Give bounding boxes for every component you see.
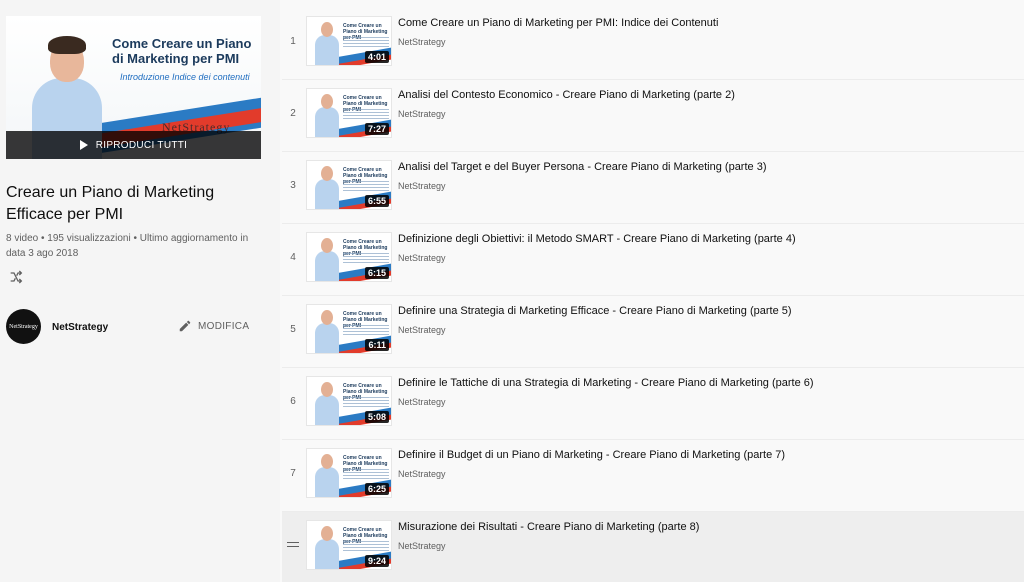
video-row[interactable]: 7 Come Creare un Piano di Marketing per … [282,440,1024,512]
video-duration: 7:27 [364,123,389,135]
pencil-icon [179,320,191,332]
drag-handle-icon[interactable] [287,542,299,550]
video-thumbnail[interactable]: Come Creare un Piano di Marketing per PM… [306,16,392,66]
video-duration: 6:55 [364,195,389,207]
video-title[interactable]: Definire una Strategia di Marketing Effi… [398,304,1018,318]
video-title[interactable]: Come Creare un Piano di Marketing per PM… [398,16,1018,30]
video-channel[interactable]: NetStrategy [398,181,446,191]
video-title[interactable]: Definizione degli Obiettivi: il Metodo S… [398,232,1018,246]
playlist-sidebar: Come Creare un Piano di Marketing per PM… [0,0,280,582]
video-thumbnail[interactable]: Come Creare un Piano di Marketing per PM… [306,232,392,282]
video-row[interactable]: 5 Come Creare un Piano di Marketing per … [282,296,1024,368]
play-all-label: RIPRODUCI TUTTI [95,139,188,151]
video-thumbnail[interactable]: Come Creare un Piano di Marketing per PM… [306,160,392,210]
video-row[interactable]: 4 Come Creare un Piano di Marketing per … [282,224,1024,296]
hero-subtitle: Introduzione Indice dei contenuti [120,72,250,82]
video-channel[interactable]: NetStrategy [398,253,446,263]
shuffle-icon[interactable] [8,269,24,285]
video-duration: 6:25 [364,483,389,495]
video-row[interactable]: 3 Come Creare un Piano di Marketing per … [282,152,1024,224]
video-row[interactable]: Come Creare un Piano di Marketing per PM… [282,512,1024,582]
video-index: 1 [290,36,296,47]
video-title[interactable]: Analisi del Target e del Buyer Persona -… [398,160,1018,174]
hero-title: Come Creare un Piano di Marketing per PM… [112,36,252,66]
video-duration: 6:15 [364,267,389,279]
video-duration: 5:08 [364,411,389,423]
video-thumbnail[interactable]: Come Creare un Piano di Marketing per PM… [306,520,392,570]
video-row[interactable]: 1 Come Creare un Piano di Marketing per … [282,8,1024,80]
video-channel[interactable]: NetStrategy [398,109,446,119]
video-duration: 4:01 [364,51,389,63]
video-title[interactable]: Analisi del Contesto Economico - Creare … [398,88,1018,102]
edit-button[interactable]: MODIFICA [178,319,249,333]
play-icon [79,140,88,150]
playlist-stats: 8 video • 195 visualizzazioni • Ultimo a… [6,233,249,259]
playlist-title: Creare un Piano di Marketing Efficace pe… [6,184,215,223]
video-channel[interactable]: NetStrategy [398,397,446,407]
avatar[interactable]: NetStrategy [6,309,41,344]
video-index: 2 [290,108,296,119]
video-channel[interactable]: NetStrategy [398,37,446,47]
video-duration: 9:24 [364,555,389,567]
play-all-button[interactable]: RIPRODUCI TUTTI [6,131,261,159]
video-index: 7 [290,468,296,479]
video-title[interactable]: Definire le Tattiche di una Strategia di… [398,376,1018,390]
video-row[interactable]: 2 Come Creare un Piano di Marketing per … [282,80,1024,152]
video-thumbnail[interactable]: Come Creare un Piano di Marketing per PM… [306,304,392,354]
owner-name-link[interactable]: NetStrategy [52,322,108,333]
playlist-hero-thumbnail[interactable]: Come Creare un Piano di Marketing per PM… [6,16,261,159]
video-title[interactable]: Misurazione dei Risultati - Creare Piano… [398,520,1018,534]
video-title[interactable]: Definire il Budget di un Piano di Market… [398,448,1018,462]
playlist-owner: NetStrategy NetStrategy MODIFICA [6,309,266,345]
video-index: 5 [290,324,296,335]
edit-label: MODIFICA [198,320,250,332]
video-channel[interactable]: NetStrategy [398,325,446,335]
video-thumbnail[interactable]: Come Creare un Piano di Marketing per PM… [306,88,392,138]
video-thumbnail[interactable]: Come Creare un Piano di Marketing per PM… [306,448,392,498]
video-row[interactable]: 6 Come Creare un Piano di Marketing per … [282,368,1024,440]
video-list: 1 Come Creare un Piano di Marketing per … [282,8,1024,582]
video-channel[interactable]: NetStrategy [398,469,446,479]
video-thumbnail[interactable]: Come Creare un Piano di Marketing per PM… [306,376,392,426]
video-duration: 6:11 [365,339,389,351]
video-index: 6 [290,396,296,407]
video-index: 4 [290,252,296,263]
video-channel[interactable]: NetStrategy [398,541,446,551]
video-index: 3 [290,180,296,191]
